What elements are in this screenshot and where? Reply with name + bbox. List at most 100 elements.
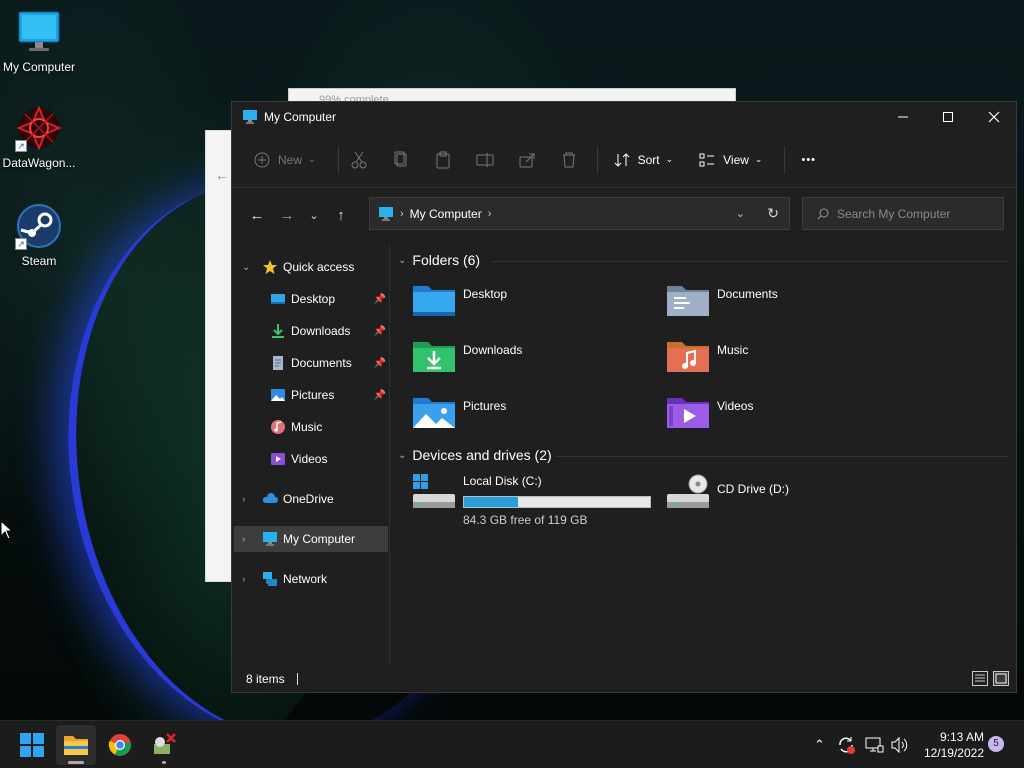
chrome-icon xyxy=(108,734,131,756)
drive-name: Local Disk (C:) xyxy=(463,474,542,488)
drive-tile-local-disk[interactable]: Local Disk (C:) 84.3 GB free of 119 GB xyxy=(412,474,662,530)
desktop-icon-steam[interactable]: ↗ Steam xyxy=(0,202,78,268)
documents-folder-icon xyxy=(667,286,709,316)
minimize-button[interactable] xyxy=(880,102,926,132)
folders-group-header[interactable]: ⌄ Folders (6) xyxy=(398,252,480,268)
status-bar: 8 items xyxy=(232,666,1016,692)
more-options-button[interactable]: ••• xyxy=(795,144,822,176)
address-bar[interactable]: › My Computer › ⌄ ↻ xyxy=(369,197,790,230)
details-view-button[interactable] xyxy=(972,671,988,686)
pin-icon[interactable]: 📌 xyxy=(374,390,386,401)
close-button[interactable] xyxy=(971,102,1017,132)
sidebar-item-network[interactable]: › Network xyxy=(232,566,388,592)
search-input[interactable] xyxy=(837,206,987,221)
forward-button[interactable]: → xyxy=(272,200,302,230)
toolbar-separator xyxy=(596,145,598,174)
sidebar-item-documents[interactable]: Documents 📌 xyxy=(232,350,388,376)
sidebar-item-videos[interactable]: Videos xyxy=(232,446,388,472)
folder-tile-pictures[interactable]: Pictures xyxy=(412,394,662,444)
view-label: View xyxy=(723,152,749,167)
new-button[interactable]: New ⌄ xyxy=(248,144,322,176)
chevron-right-icon: › xyxy=(242,533,246,545)
tray-sync-icon[interactable] xyxy=(836,721,856,768)
drive-tile-cd-drive[interactable]: CD Drive (D:) xyxy=(666,474,916,524)
sidebar-item-onedrive[interactable]: › OneDrive xyxy=(232,486,388,512)
running-app-indicator xyxy=(162,761,166,764)
view-button[interactable]: View ⌄ xyxy=(693,144,768,176)
paste-icon[interactable] xyxy=(433,150,453,170)
sort-button[interactable]: Sort ⌄ xyxy=(608,144,680,176)
search-icon xyxy=(817,208,829,219)
share-icon[interactable] xyxy=(517,150,537,170)
shortcut-arrow-icon: ↗ xyxy=(15,140,27,152)
up-button[interactable]: ↑ xyxy=(326,200,356,230)
clock-time: 9:13 AM xyxy=(939,730,984,744)
sync-error-icon xyxy=(839,737,855,754)
copy-icon[interactable] xyxy=(391,150,411,170)
folder-tile-desktop[interactable]: Desktop xyxy=(412,282,662,332)
sidebar-item-desktop[interactable]: Desktop 📌 xyxy=(232,286,388,312)
arrow-right-icon: → xyxy=(279,206,295,224)
chevron-right-icon: › xyxy=(242,573,246,585)
pin-icon[interactable]: 📌 xyxy=(374,326,386,337)
sidebar-item-music[interactable]: Music xyxy=(232,414,388,440)
search-box[interactable] xyxy=(802,197,1004,230)
sidebar-item-pictures[interactable]: Pictures 📌 xyxy=(232,382,388,408)
sidebar-item-my-computer[interactable]: › My Computer xyxy=(234,526,388,552)
chevron-down-icon: ⌄ xyxy=(308,154,316,164)
music-folder-icon xyxy=(667,342,709,372)
desktop-icon-datawagon[interactable]: ↗ DataWagon... xyxy=(0,104,78,170)
folder-tile-downloads[interactable]: Downloads xyxy=(412,338,662,388)
folder-tile-music[interactable]: Music xyxy=(666,338,916,388)
desktop-icon-label: My Computer xyxy=(2,60,76,74)
breadcrumb-my-computer[interactable]: My Computer xyxy=(410,207,482,221)
sidebar-item-quick-access[interactable]: ⌄ Quick access xyxy=(232,254,388,280)
cut-icon[interactable] xyxy=(349,150,369,170)
tray-network-icon[interactable] xyxy=(864,721,884,768)
back-arrow-icon: ← xyxy=(215,167,229,183)
breadcrumb-separator-icon: › xyxy=(487,207,492,220)
monitor-icon xyxy=(379,206,393,221)
rename-icon[interactable] xyxy=(475,150,495,170)
explorer-window[interactable]: My Computer New ⌄ Sort ⌄ View ⌄ ••• ← → … xyxy=(231,101,1017,693)
delete-icon[interactable] xyxy=(559,150,579,170)
address-history-icon[interactable]: ⌄ xyxy=(736,207,745,220)
folder-name: Music xyxy=(717,343,749,357)
pin-icon[interactable]: 📌 xyxy=(374,294,386,305)
folder-name: Downloads xyxy=(463,343,523,357)
details-view-icon xyxy=(975,674,985,682)
picture-icon xyxy=(271,389,285,401)
drive-free-space: 84.3 GB free of 119 GB xyxy=(463,513,588,527)
tray-volume-icon[interactable] xyxy=(890,721,910,768)
tiles-view-button[interactable] xyxy=(993,671,1009,686)
start-button[interactable] xyxy=(12,725,52,765)
drive-usage-fill xyxy=(464,497,518,507)
drives-group-header[interactable]: ⌄ Devices and drives (2) xyxy=(398,447,552,463)
cd-drive-icon xyxy=(667,474,709,508)
plus-circle-icon xyxy=(254,152,270,167)
taskbar-chrome[interactable] xyxy=(100,725,140,765)
datawagon-icon: ↗ xyxy=(15,104,63,152)
tray-overflow-button[interactable]: ⌃ xyxy=(814,721,825,768)
folder-name: Desktop xyxy=(463,287,508,301)
group-divider xyxy=(492,261,1008,262)
folder-name: Videos xyxy=(717,399,754,413)
desktop-icon-label: DataWagon... xyxy=(2,156,76,170)
pin-icon[interactable]: 📌 xyxy=(374,358,386,369)
taskbar-file-explorer[interactable] xyxy=(56,725,96,765)
recent-locations-button[interactable]: ⌄ xyxy=(302,200,326,230)
taskbar-app-tool[interactable] xyxy=(144,725,184,765)
folder-icon xyxy=(64,736,88,755)
desktop-icon-my-computer[interactable]: My Computer xyxy=(0,8,78,74)
notification-badge[interactable]: 5 xyxy=(988,736,1004,752)
sidebar-item-label: Videos xyxy=(291,452,328,466)
refresh-icon[interactable]: ↻ xyxy=(767,205,779,222)
monitor-icon xyxy=(263,532,277,546)
maximize-button[interactable] xyxy=(925,102,971,132)
folder-tile-documents[interactable]: Documents xyxy=(666,282,916,332)
sort-label: Sort xyxy=(637,152,660,167)
taskbar-clock[interactable]: 9:13 AM 12/19/2022 xyxy=(908,729,984,761)
sidebar-item-downloads[interactable]: Downloads 📌 xyxy=(232,318,388,344)
back-button[interactable]: ← xyxy=(242,200,272,230)
folder-tile-videos[interactable]: Videos xyxy=(666,394,916,444)
